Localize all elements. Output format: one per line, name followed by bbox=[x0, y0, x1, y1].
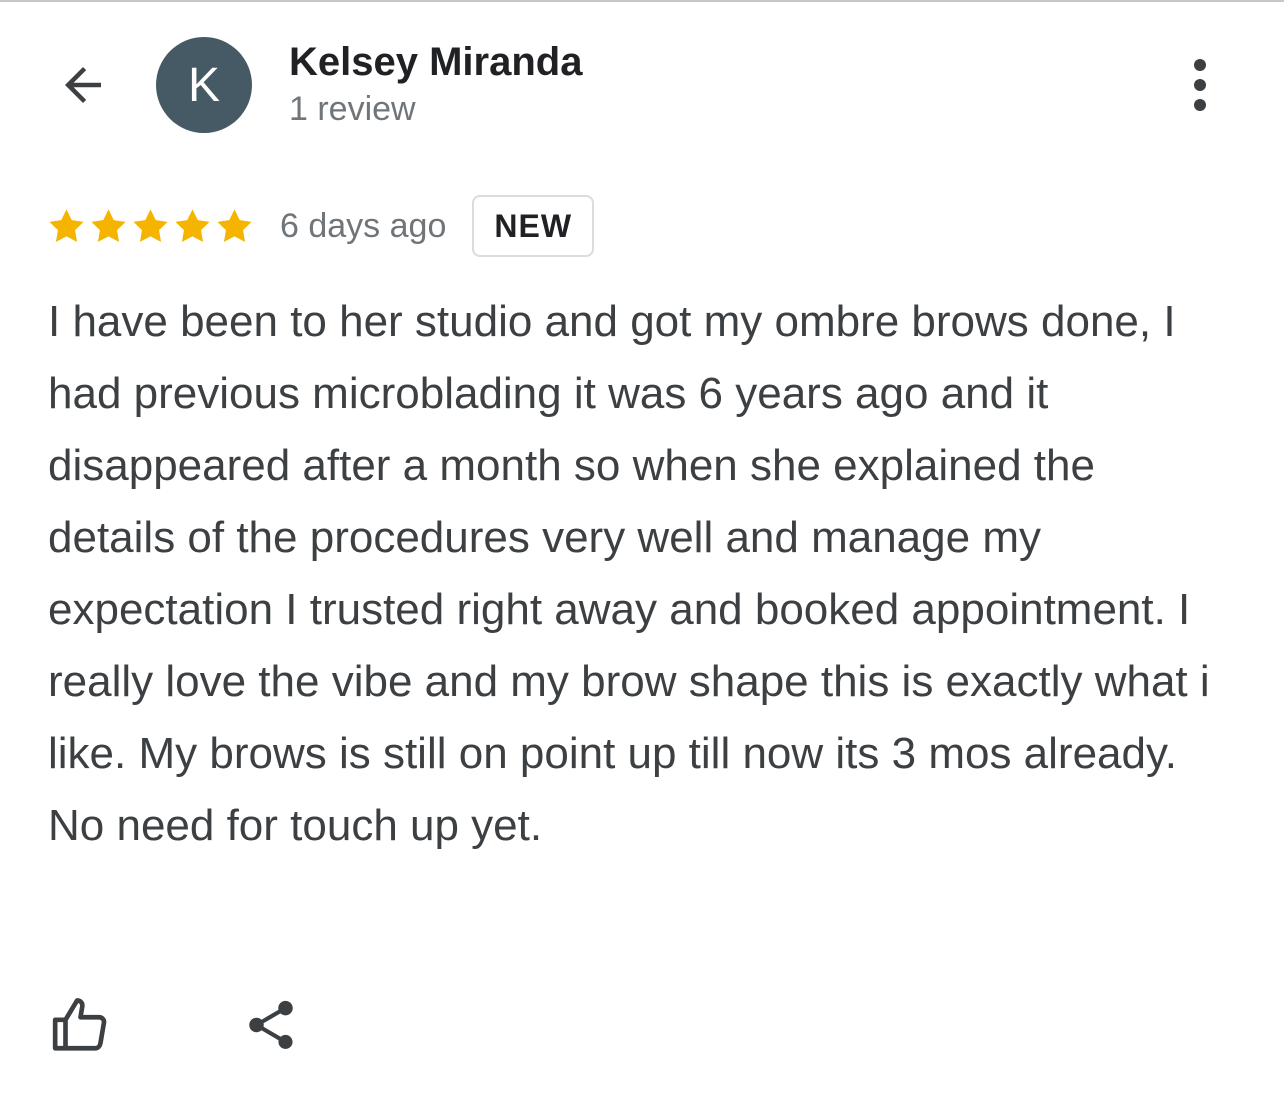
review-timestamp: 6 days ago bbox=[280, 206, 447, 245]
star-icon bbox=[175, 208, 210, 242]
arrow-back-icon bbox=[65, 67, 101, 103]
star-icon bbox=[49, 208, 84, 242]
rating-row: 6 days ago NEW bbox=[46, 193, 595, 259]
star-icon bbox=[217, 208, 252, 242]
star-rating bbox=[46, 206, 256, 247]
more-options-button[interactable] bbox=[1170, 52, 1230, 118]
avatar-initial: K bbox=[187, 58, 220, 112]
thumb-up-icon bbox=[52, 998, 107, 1051]
new-badge: NEW bbox=[472, 195, 595, 257]
star-icon bbox=[91, 208, 126, 242]
star-icon bbox=[133, 208, 168, 242]
share-icon bbox=[249, 1000, 293, 1049]
author-name[interactable]: Kelsey Miranda bbox=[289, 38, 582, 86]
like-button[interactable] bbox=[46, 990, 116, 1060]
share-button[interactable] bbox=[236, 990, 306, 1060]
review-actions bbox=[46, 990, 306, 1060]
review-text: I have been to her studio and got my omb… bbox=[48, 297, 1210, 850]
more-vert-icon-dot bbox=[1194, 79, 1206, 91]
review-count: 1 review bbox=[289, 90, 416, 128]
back-button[interactable] bbox=[50, 52, 116, 118]
more-vert-icon-dot bbox=[1194, 99, 1206, 111]
more-vert-icon bbox=[1194, 59, 1206, 71]
avatar[interactable]: K bbox=[156, 37, 252, 133]
top-divider bbox=[0, 0, 1284, 2]
